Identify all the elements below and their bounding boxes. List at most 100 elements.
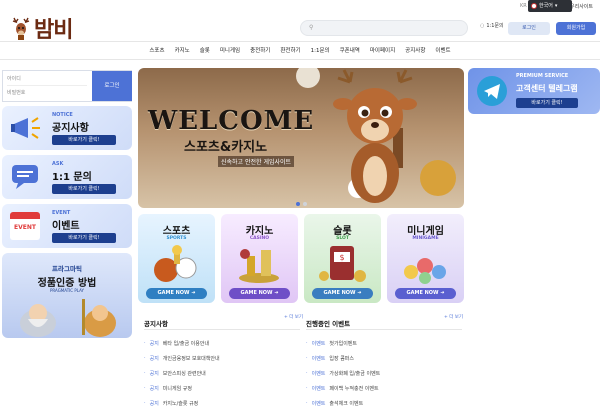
notice-section-title: 공지사항 [144,320,168,328]
nav-item-notice[interactable]: 공지사항 [400,43,430,59]
header: 밤비 ⚲ ◌ 1:1문의 로그인 회원가입 [0,14,600,43]
notice-row[interactable]: · 공지 베타 입/출금 이용안내 [144,340,209,347]
banner-dot-2[interactable] [303,202,307,206]
category-minigame[interactable]: 미니게임 MINIGAME GAME NOW ➜ [387,214,464,303]
top-bar: KR 우리사이트 [0,0,600,14]
welcome-banner[interactable]: WELCOME 스포츠&카지노 신속하고 안전한 게임사이트 [138,68,464,208]
category-sports-cta[interactable]: GAME NOW ➜ [146,288,207,299]
korea-flag-icon [531,3,537,9]
telegram-card[interactable]: PREMIUM SERVICE 고객센터 텔레그램 바로가기 클릭! [468,68,600,114]
slot-machine-icon: $ [319,246,366,282]
telegram-icon [477,76,507,106]
events-section-title: 진행중인 이벤트 [306,320,351,328]
category-casino-eng: CASINO [249,236,270,241]
language-select[interactable]: 한국어 ▾ [528,0,572,12]
calendar-icon: EVENT [10,212,40,240]
event-card[interactable]: EVENT EVENT 이벤트 바로가기 클릭! [2,204,132,248]
pragmatic-title: 정품인증 방법 [37,278,97,289]
category-sports-eng: SPORTS [166,236,187,241]
nav-item-minigame[interactable]: 미니게임 [215,43,245,59]
pragmatic-sub: PRAGMATIC PLAY [50,288,84,293]
nav-item-casino[interactable]: 카지노 [170,43,195,59]
chevron-down-icon: ▾ [554,3,558,9]
site-logo[interactable]: 밤비 [10,14,73,43]
sports-balls-icon [154,245,197,282]
inquiry-card[interactable]: ASK 1:1 문의 바로가기 클릭! [2,155,132,199]
login-button[interactable]: 로그인 [508,22,550,35]
event-row[interactable]: · 이벤트 페이백 누적충전 이벤트 [306,385,379,392]
category-sports[interactable]: 스포츠 SPORTS GAME NOW ➜ [138,214,215,303]
category-slot[interactable]: 슬롯 SLOT $ GAME NOW ➜ [304,214,381,303]
search-input[interactable]: ⚲ [300,20,468,36]
event-title: 이벤트 [52,221,80,232]
join-button[interactable]: 회원가입 [556,22,596,35]
password-input[interactable]: 비밀번호 [7,87,87,100]
event-kicker: EVENT [52,210,71,216]
category-casino-cta[interactable]: GAME NOW ➜ [229,288,290,299]
guide-link[interactable]: 우리사이트 [570,3,593,10]
nav-item-deposit[interactable]: 충전하기 [245,43,275,59]
notice-title: 공지사항 [52,123,89,134]
event-row[interactable]: · 이벤트 첫가입이벤트 [306,340,357,347]
telegram-go-button[interactable]: 바로가기 클릭! [516,98,578,108]
notice-card[interactable]: NOTICE 공지사항 바로가기 클릭! [2,106,132,150]
search-icon: ⚲ [309,24,314,31]
category-casino-name: 카지노 [245,226,274,237]
casino-chips-icon [239,249,279,283]
banner-dot-1[interactable] [296,202,300,206]
event-row[interactable]: · 이벤트 출석체크 이벤트 [306,400,363,407]
event-row[interactable]: · 이벤트 가상화폐 입/출금 이벤트 [306,370,380,377]
nav-item-mypage[interactable]: 마이페이지 [365,43,400,59]
category-slot-name: 슬롯 [333,226,352,237]
pragmatic-art-illustration [20,299,116,337]
events-more-link[interactable]: + 더 보기 [444,314,463,320]
chat-bubble-icon [12,165,38,189]
deer-logo-icon [12,17,30,40]
notice-kicker: NOTICE [52,112,73,118]
megaphone-icon [11,117,40,139]
notice-row[interactable]: · 공지 카지노/슬롯 규정 [144,400,198,407]
notice-row[interactable]: · 공지 미니게임 규정 [144,385,192,392]
nav-item-slot[interactable]: 슬롯 [195,43,215,59]
logo-text: 밤비 [34,17,73,43]
svg-text:$: $ [339,253,344,262]
notice-go-button[interactable]: 바로가기 클릭! [52,135,116,145]
notice-divider [144,329,300,330]
banner-tagline: 신속하고 안전한 게임사이트 [218,156,295,167]
category-slot-cta[interactable]: GAME NOW ➜ [312,288,373,299]
login-box: 아이디 비밀번호 로그인 [2,70,132,102]
notice-row[interactable]: · 공지 보안스피싱 관련안내 [144,370,206,377]
lang-indicator: KR [520,3,527,9]
inquiry-title: 1:1 문의 [52,172,92,183]
nav-item-inquiry[interactable]: 1:1문의 [306,43,335,59]
notice-row[interactable]: · 공지 개인금융정보 보호대책안내 [144,355,220,362]
main-nav: 스포츠 카지노 슬롯 미니게임 충전하기 환전하기 1:1문의 쿠폰내역 마이페… [0,43,600,60]
nav-item-coupons[interactable]: 쿠폰내역 [335,43,365,59]
pragmatic-card[interactable]: 프라그마틱 정품인증 방법 PRAGMATIC PLAY [2,253,132,338]
category-minigame-cta[interactable]: GAME NOW ➜ [395,288,456,299]
category-casino[interactable]: 카지노 CASINO GAME NOW ➜ [221,214,298,303]
telegram-title: 고객센터 텔레그램 [516,84,578,93]
pragmatic-kicker: 프라그마틱 [52,265,82,273]
nav-item-sports[interactable]: 스포츠 [144,43,169,59]
minigame-balls-icon [404,258,446,284]
chat-icon: ◌ [480,22,485,29]
nav-item-events[interactable]: 이벤트 [430,43,455,59]
category-minigame-eng: MINIGAME [412,236,439,241]
category-sports-name: 스포츠 [162,226,191,237]
event-row[interactable]: · 이벤트 입장 콤퍼스 [306,355,354,362]
login-submit-button[interactable]: 로그인 [92,71,132,101]
banner-subtitle: 스포츠&카지노 [184,140,268,155]
banner-title: WELCOME [148,106,315,136]
category-slot-eng: SLOT [336,236,349,241]
inquiry-go-button[interactable]: 바로가기 클릭! [52,184,116,194]
event-go-button[interactable]: 바로가기 클릭! [52,233,116,243]
telegram-kicker: PREMIUM SERVICE [516,73,569,79]
events-divider [306,329,462,330]
category-minigame-name: 미니게임 [407,226,444,237]
id-input[interactable]: 아이디 [7,73,87,86]
notice-more-link[interactable]: + 더 보기 [284,314,303,320]
banner-pagination [296,202,307,206]
nav-item-withdraw[interactable]: 환전하기 [275,43,305,59]
message-link[interactable]: ◌ 1:1문의 [480,22,504,30]
